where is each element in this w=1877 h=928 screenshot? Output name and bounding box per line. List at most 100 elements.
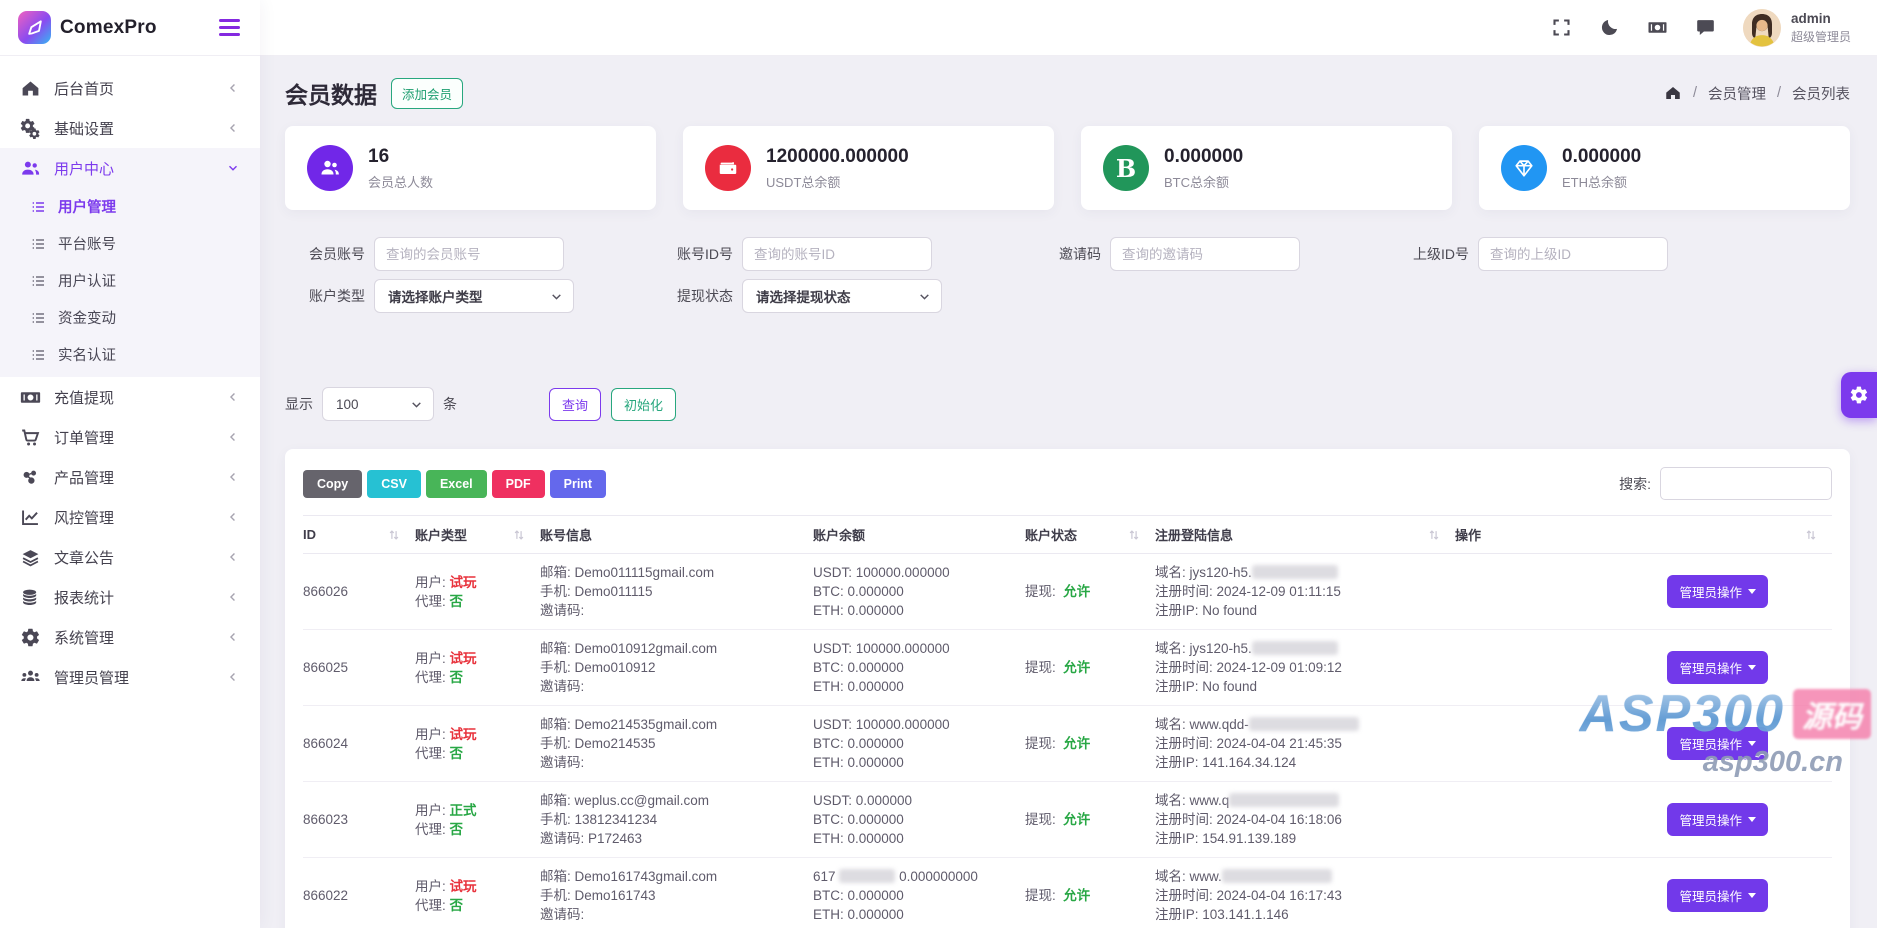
col-actions[interactable]: 操作 (1455, 525, 1832, 544)
sidebar-item-dashboard[interactable]: 后台首页 (0, 68, 260, 108)
account-id-input[interactable] (742, 237, 932, 271)
topbar: admin 超级管理员 (260, 0, 1877, 56)
cell-account-info: 邮箱: Demo010912gmail.com 手机: Demo010912 邀… (540, 639, 813, 696)
menu-toggle-icon[interactable] (219, 19, 240, 36)
moon-icon[interactable] (1599, 17, 1620, 38)
coins-icon (20, 587, 41, 608)
sidebar-item-reports[interactable]: 报表统计 (0, 577, 260, 617)
reset-button[interactable]: 初始化 (611, 388, 676, 421)
search-input[interactable] (1660, 467, 1832, 500)
col-status[interactable]: 账户状态 (1025, 525, 1155, 544)
redacted-balance (839, 869, 895, 883)
sidebar: ComexPro 后台首页 基础设置 用户中心 (0, 0, 260, 928)
sidebar-subitem-realname-verification[interactable]: 实名认证 (0, 336, 260, 373)
cell-status: 提现: 允许 (1025, 867, 1155, 924)
cell-id: 866024 (303, 715, 415, 772)
cell-account-type: 用户: 试玩 代理: 否 (415, 563, 540, 620)
caret-down-icon (1748, 589, 1756, 594)
page-title: 会员数据 (285, 76, 377, 110)
admin-actions-button[interactable]: 管理员操作 (1667, 651, 1768, 684)
sort-icon[interactable] (1427, 528, 1441, 542)
sidebar-nav: 后台首页 基础设置 用户中心 (0, 56, 260, 697)
sidebar-item-user-center[interactable]: 用户中心 (0, 148, 260, 188)
users-icon (20, 158, 41, 179)
sidebar-item-settings[interactable]: 基础设置 (0, 108, 260, 148)
col-account-type[interactable]: 账户类型 (415, 525, 540, 544)
fullscreen-icon[interactable] (1551, 17, 1572, 38)
withdraw-status-select[interactable]: 请选择提现状态 (742, 279, 942, 313)
sidebar-item-system[interactable]: 系统管理 (0, 617, 260, 657)
sidebar-subitem-platform-accounts[interactable]: 平台账号 (0, 225, 260, 262)
breadcrumb-member-list[interactable]: 会员列表 (1792, 83, 1850, 104)
admin-actions-button[interactable]: 管理员操作 (1667, 727, 1768, 760)
sort-icon[interactable] (1804, 528, 1818, 542)
chevron-left-icon (226, 590, 240, 604)
sidebar-item-orders[interactable]: 订单管理 (0, 417, 260, 457)
col-id[interactable]: ID (303, 525, 415, 544)
sidebar-item-products[interactable]: 产品管理 (0, 457, 260, 497)
sidebar-subitem-user-management[interactable]: 用户管理 (0, 188, 260, 225)
redacted-domain (1249, 717, 1359, 731)
admin-actions-button[interactable]: 管理员操作 (1667, 803, 1768, 836)
table-row: 866025 用户: 试玩 代理: 否 邮箱: Demo010912gmail.… (303, 630, 1832, 706)
chart-icon (20, 507, 41, 528)
table-row: 866023 用户: 正式 代理: 否 邮箱: weplus.cc@gmail.… (303, 782, 1832, 858)
redacted-domain (1252, 565, 1338, 579)
invite-code-input[interactable] (1110, 237, 1300, 271)
cell-id: 866023 (303, 791, 415, 848)
table-toolbar: Copy CSV Excel PDF Print 搜索: (303, 467, 1832, 500)
members-table: ID 账户类型 账号信息 账户余额 账户状态 注册登陆信息 操作 866026 … (303, 515, 1832, 928)
admin-actions-button[interactable]: 管理员操作 (1667, 879, 1768, 912)
sidebar-item-articles[interactable]: 文章公告 (0, 537, 260, 577)
copy-button[interactable]: Copy (303, 470, 362, 498)
caret-down-icon (1748, 665, 1756, 670)
title-row: 会员数据 添加会员 / 会员管理 / 会员列表 (285, 75, 1850, 111)
admin-actions-button[interactable]: 管理员操作 (1667, 575, 1768, 608)
stat-card-btc: B 0.000000 BTC总余额 (1081, 126, 1452, 210)
sidebar-item-deposit-withdraw[interactable]: 充值提现 (0, 377, 260, 417)
breadcrumb-home-icon[interactable] (1664, 84, 1682, 102)
add-member-button[interactable]: 添加会员 (391, 78, 463, 109)
sort-icon[interactable] (512, 528, 526, 542)
print-button[interactable]: Print (550, 470, 606, 498)
sort-icon[interactable] (1127, 528, 1141, 542)
molecule-icon (20, 467, 41, 488)
col-account-info[interactable]: 账号信息 (540, 525, 813, 544)
stat-label: 会员总人数 (368, 172, 433, 191)
stat-cards: 16 会员总人数 1200000.000000 USDT总余额 B 0.0000… (285, 126, 1850, 210)
col-balance[interactable]: 账户余额 (813, 525, 1025, 544)
cell-account-info: 邮箱: Demo011115gmail.com 手机: Demo011115 邀… (540, 563, 813, 620)
cell-status: 提现: 允许 (1025, 791, 1155, 848)
cell-id: 866022 (303, 867, 415, 924)
withdraw-status-label: 提现状态 (653, 286, 733, 306)
home-icon (20, 78, 41, 99)
customizer-gear-button[interactable] (1841, 372, 1877, 418)
chat-icon[interactable] (1695, 17, 1716, 38)
breadcrumb-member-management[interactable]: 会员管理 (1708, 83, 1766, 104)
user-role: 超级管理员 (1791, 28, 1851, 45)
sort-icon[interactable] (387, 528, 401, 542)
table-row: 866024 用户: 试玩 代理: 否 邮箱: Demo214535gmail.… (303, 706, 1832, 782)
parent-id-input[interactable] (1478, 237, 1668, 271)
cash-icon[interactable] (1647, 17, 1668, 38)
excel-button[interactable]: Excel (426, 470, 487, 498)
page-size-select[interactable]: 100 (322, 387, 434, 421)
stat-label: BTC总余额 (1164, 172, 1243, 191)
col-register-info[interactable]: 注册登陆信息 (1155, 525, 1455, 544)
sidebar-item-admins[interactable]: 管理员管理 (0, 657, 260, 697)
member-account-input[interactable] (374, 237, 564, 271)
logo-row: ComexPro (0, 0, 260, 56)
cart-icon (20, 427, 41, 448)
sidebar-item-risk-control[interactable]: 风控管理 (0, 497, 260, 537)
user-menu[interactable]: admin 超级管理员 (1743, 9, 1851, 47)
caret-down-icon (1748, 893, 1756, 898)
show-row: 显示 100 条 查询 初始化 (285, 387, 1850, 421)
csv-button[interactable]: CSV (367, 470, 421, 498)
cell-register-info: 域名: www. 注册时间: 2024-04-04 16:17:43 注册IP:… (1155, 867, 1455, 924)
pdf-button[interactable]: PDF (492, 470, 545, 498)
account-type-select[interactable]: 请选择账户类型 (374, 279, 574, 313)
cell-actions: 管理员操作 (1455, 715, 1832, 772)
sidebar-subitem-fund-changes[interactable]: 资金变动 (0, 299, 260, 336)
query-button[interactable]: 查询 (549, 388, 601, 421)
sidebar-subitem-user-verification[interactable]: 用户认证 (0, 262, 260, 299)
